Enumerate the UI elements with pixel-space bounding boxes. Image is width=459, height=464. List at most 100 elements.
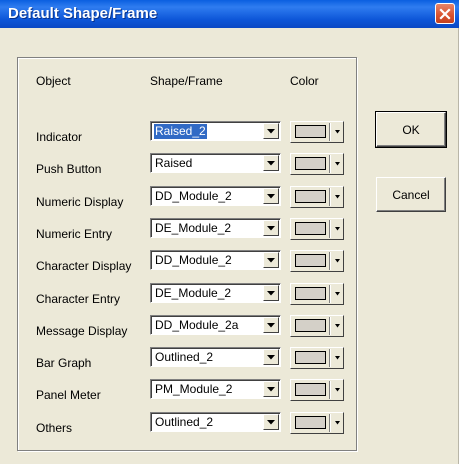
chevron-down-icon xyxy=(267,419,275,424)
dropdown-arrow-button[interactable] xyxy=(263,285,279,301)
shape-dropdown-panel-meter[interactable]: PM_Module_2 xyxy=(150,379,281,399)
cancel-button[interactable]: Cancel xyxy=(376,177,446,212)
shape-dropdown-message-display[interactable]: DD_Module_2a xyxy=(150,315,281,335)
shape-dropdown-numeric-entry[interactable]: DE_Module_2 xyxy=(150,218,281,238)
dropdown-arrow-button[interactable] xyxy=(263,252,279,268)
dropdown-arrow-button[interactable] xyxy=(263,188,279,204)
color-picker-indicator[interactable] xyxy=(290,121,344,143)
ok-button[interactable]: OK xyxy=(375,111,447,148)
color-picker-numeric-display[interactable] xyxy=(290,186,344,208)
close-button[interactable] xyxy=(435,3,455,24)
color-swatch xyxy=(295,125,326,138)
color-swatch xyxy=(295,287,326,300)
color-dropdown-arrow[interactable] xyxy=(333,220,342,238)
shape-value: Raised_2 xyxy=(154,124,207,139)
color-dropdown-arrow[interactable] xyxy=(333,285,342,303)
chevron-down-icon xyxy=(267,354,275,359)
shape-value: DD_Module_2 xyxy=(155,253,232,267)
shape-dropdown-bar-graph[interactable]: Outlined_2 xyxy=(150,347,281,367)
label-indicator: Indicator xyxy=(36,130,83,144)
divider xyxy=(329,123,331,141)
chevron-down-icon xyxy=(267,386,275,391)
chevron-down-icon xyxy=(267,322,275,327)
column-header-shape: Shape/Frame xyxy=(150,74,223,88)
color-dropdown-arrow[interactable] xyxy=(333,349,342,367)
title-bar[interactable]: Default Shape/Frame xyxy=(0,0,459,28)
dropdown-arrow-button[interactable] xyxy=(263,317,279,333)
chevron-down-icon xyxy=(335,162,340,166)
chevron-down-icon xyxy=(335,195,340,199)
color-swatch xyxy=(295,190,326,203)
color-swatch xyxy=(295,157,326,170)
divider xyxy=(329,317,331,335)
shape-dropdown-numeric-display[interactable]: DD_Module_2 xyxy=(150,186,281,206)
chevron-down-icon xyxy=(335,259,340,263)
shape-value: DD_Module_2 xyxy=(155,189,232,203)
column-header-object: Object xyxy=(36,74,71,88)
dropdown-arrow-button[interactable] xyxy=(263,381,279,397)
color-picker-push-button[interactable] xyxy=(290,153,344,175)
shape-dropdown-character-display[interactable]: DD_Module_2 xyxy=(150,250,281,270)
chevron-down-icon xyxy=(267,290,275,295)
label-push-button: Push Button xyxy=(36,162,102,176)
color-dropdown-arrow[interactable] xyxy=(333,317,342,335)
divider xyxy=(329,349,331,367)
color-picker-panel-meter[interactable] xyxy=(290,379,344,401)
color-swatch xyxy=(295,383,326,396)
shape-dropdown-indicator[interactable]: Raised_2 xyxy=(150,121,281,141)
color-swatch xyxy=(295,222,326,235)
divider xyxy=(329,188,331,206)
color-picker-bar-graph[interactable] xyxy=(290,347,344,369)
color-dropdown-arrow[interactable] xyxy=(333,188,342,206)
column-header-color: Color xyxy=(290,74,319,88)
label-bar-graph: Bar Graph xyxy=(36,356,92,370)
chevron-down-icon xyxy=(335,421,340,425)
divider xyxy=(329,220,331,238)
dropdown-arrow-button[interactable] xyxy=(263,123,279,139)
shape-value: Outlined_2 xyxy=(155,350,214,364)
chevron-down-icon xyxy=(267,193,275,198)
dialog-window: Default Shape/Frame Object Shape/Frame C… xyxy=(0,0,459,464)
color-dropdown-arrow[interactable] xyxy=(333,252,342,270)
color-picker-numeric-entry[interactable] xyxy=(290,218,344,240)
color-picker-character-entry[interactable] xyxy=(290,283,344,305)
label-numeric-display: Numeric Display xyxy=(36,195,124,209)
chevron-down-icon xyxy=(335,356,340,360)
color-picker-message-display[interactable] xyxy=(290,315,344,337)
dropdown-arrow-button[interactable] xyxy=(263,414,279,430)
label-numeric-entry: Numeric Entry xyxy=(36,227,113,241)
label-character-entry: Character Entry xyxy=(36,292,121,306)
shape-dropdown-push-button[interactable]: Raised xyxy=(150,153,281,173)
color-picker-others[interactable] xyxy=(290,412,344,434)
chevron-down-icon xyxy=(267,128,275,133)
dropdown-arrow-button[interactable] xyxy=(263,155,279,171)
shape-value: Raised xyxy=(155,156,193,170)
color-swatch xyxy=(295,319,326,332)
color-dropdown-arrow[interactable] xyxy=(333,414,342,432)
chevron-down-icon xyxy=(335,227,340,231)
chevron-down-icon xyxy=(335,388,340,392)
dropdown-arrow-button[interactable] xyxy=(263,349,279,365)
shape-dropdown-others[interactable]: Outlined_2 xyxy=(150,412,281,432)
dropdown-arrow-button[interactable] xyxy=(263,220,279,236)
shape-value: DE_Module_2 xyxy=(155,221,232,235)
label-character-display: Character Display xyxy=(36,259,132,273)
chevron-down-icon xyxy=(267,257,275,262)
shape-dropdown-character-entry[interactable]: DE_Module_2 xyxy=(150,283,281,303)
chevron-down-icon xyxy=(267,225,275,230)
label-panel-meter: Panel Meter xyxy=(36,388,101,402)
close-icon xyxy=(439,7,451,20)
shape-value: DD_Module_2a xyxy=(155,318,239,332)
color-dropdown-arrow[interactable] xyxy=(333,155,342,173)
window-title: Default Shape/Frame xyxy=(8,5,158,22)
color-dropdown-arrow[interactable] xyxy=(333,123,342,141)
chevron-down-icon xyxy=(335,324,340,328)
chevron-down-icon xyxy=(335,130,340,134)
chevron-down-icon xyxy=(335,292,340,296)
divider xyxy=(329,252,331,270)
color-dropdown-arrow[interactable] xyxy=(333,381,342,399)
color-swatch xyxy=(295,254,326,267)
color-picker-character-display[interactable] xyxy=(290,250,344,272)
label-message-display: Message Display xyxy=(36,324,128,338)
divider xyxy=(329,414,331,432)
